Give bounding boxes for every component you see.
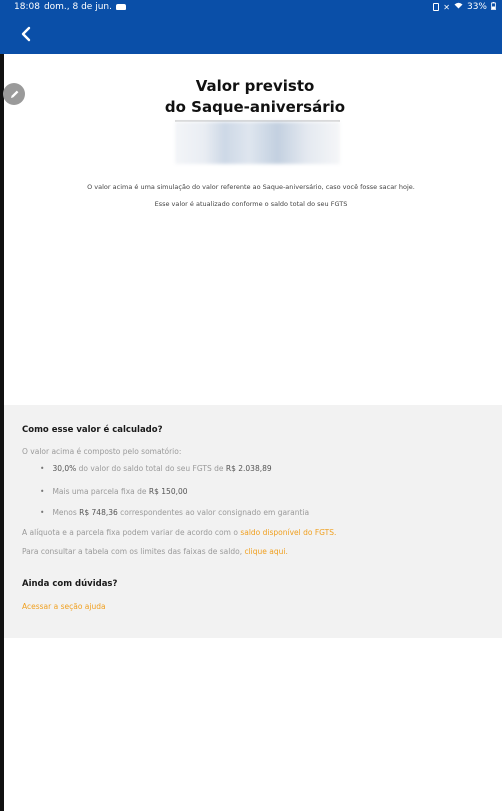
bullet-percent-value: 30,0% (52, 464, 77, 473)
page-title: Valor previsto do Saque-aniversário (120, 76, 390, 118)
back-button[interactable] (14, 23, 38, 45)
bullet-minus-text: correspondentes ao valor consignado em g… (117, 508, 310, 517)
edit-button[interactable] (3, 83, 25, 105)
pencil-icon (10, 90, 18, 98)
wifi-icon (454, 2, 463, 12)
mute-icon: ✕ (443, 2, 450, 12)
bullet-fixed: Mais uma parcela fixa de R$ 150,00 (40, 486, 188, 498)
table-line: Para consultar a tabela com os limites d… (22, 546, 288, 558)
calculation-title: Como esse valor é calculado? (22, 425, 163, 435)
bullet-minus: Menos R$ 748,36 correspondentes ao valor… (40, 507, 309, 519)
table-text: Para consultar a tabela com os limites d… (22, 547, 245, 556)
update-note: Esse valor é atualizado conforme o saldo… (154, 200, 348, 208)
bullet-fixed-amount: R$ 150,00 (148, 487, 188, 496)
battery-icon (491, 1, 496, 13)
app-bar (0, 14, 502, 54)
bullet-percent: 30,0% do valor do saldo total do seu FGT… (40, 463, 272, 475)
chevron-left-icon (21, 26, 31, 42)
status-date: dom., 8 de jun. (43, 2, 112, 12)
calculation-intro: O valor acima é composto pelo somatório: (22, 447, 182, 456)
title-line-1: Valor previsto (195, 77, 315, 95)
bullet-minus-prefix: Menos (52, 508, 80, 517)
variance-text: A alíquota e a parcela fixa podem variar… (22, 528, 241, 537)
status-time: 18:08 (14, 2, 40, 12)
bullet-percent-amount: R$ 2.038,89 (225, 464, 272, 473)
car-icon (115, 4, 126, 10)
help-title: Ainda com dúvidas? (22, 579, 118, 589)
battery-saver-icon (433, 3, 440, 11)
bullet-percent-text: do valor do saldo total do seu FGTS de (76, 464, 226, 473)
click-here-link[interactable]: clique aqui. (244, 547, 287, 556)
help-section-link[interactable]: Acessar a seção ajuda (22, 602, 106, 611)
blurred-amount (175, 122, 340, 164)
fgts-balance-link[interactable]: saldo disponível do FGTS. (240, 528, 336, 537)
bullet-fixed-text: Mais uma parcela fixa de (52, 487, 149, 496)
title-line-2: do Saque-aniversário (164, 98, 346, 116)
status-bar: 18:08 dom., 8 de jun. ✕ 33% (0, 0, 502, 14)
bullet-minus-amount: R$ 748,36 (79, 508, 118, 517)
battery-level: 33% (466, 2, 487, 12)
simulation-note: O valor acima é uma simulação do valor r… (87, 183, 415, 191)
variance-line: A alíquota e a parcela fixa podem variar… (22, 527, 336, 539)
